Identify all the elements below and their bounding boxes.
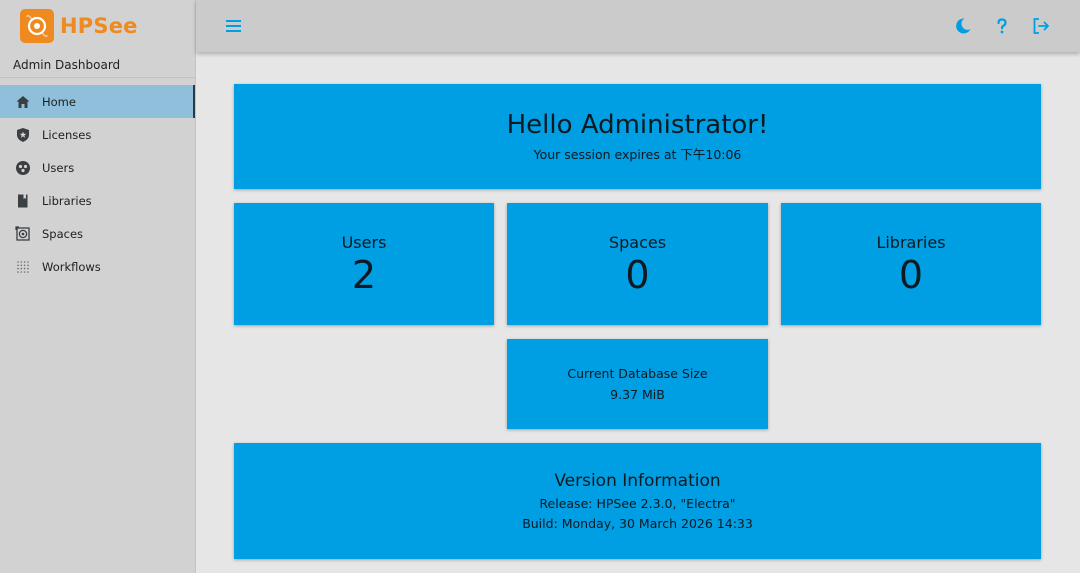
welcome-card: Hello Administrator! Your session expire… — [234, 84, 1041, 189]
version-build: Build: Monday, 30 March 2026 14:33 — [522, 516, 753, 531]
stat-label: Users — [341, 232, 387, 252]
sidebar-item-label: Libraries — [42, 193, 92, 208]
database-size-label: Current Database Size — [567, 366, 708, 381]
sidebar-item-home[interactable]: Home — [0, 85, 195, 118]
welcome-title: Hello Administrator! — [506, 110, 769, 140]
sidebar-item-label: Workflows — [42, 259, 101, 274]
theme-toggle-button[interactable] — [951, 14, 975, 38]
sidebar-subtitle: Admin Dashboard — [0, 52, 195, 78]
brand-name: HPSee — [60, 14, 138, 38]
database-size-value: 9.37 MiB — [610, 387, 665, 402]
version-title: Version Information — [554, 471, 721, 491]
spaces-icon — [15, 225, 31, 242]
sidebar-item-label: Home — [42, 94, 76, 109]
stat-value: 2 — [351, 252, 377, 297]
stat-value: 0 — [625, 252, 650, 297]
book-icon — [15, 193, 31, 209]
top-bar — [196, 0, 1080, 52]
sidebar-item-label: Users — [42, 160, 75, 175]
workflow-grid-icon — [15, 259, 31, 275]
logout-icon — [1033, 18, 1049, 34]
sidebar-nav: Home Licenses Users Libraries Spaces Wor… — [0, 85, 195, 283]
stat-value: 0 — [898, 252, 924, 297]
shield-star-icon — [15, 127, 31, 143]
menu-icon — [226, 20, 241, 32]
session-expiry-text: Your session expires at 下午10:06 — [533, 147, 742, 162]
brand[interactable]: HPSee — [0, 0, 195, 52]
sidebar-item-workflows[interactable]: Workflows — [0, 250, 195, 283]
menu-toggle-button[interactable] — [223, 15, 245, 37]
home-icon — [15, 94, 31, 110]
sidebar-item-spaces[interactable]: Spaces — [0, 217, 195, 250]
stat-label: Libraries — [876, 232, 946, 252]
stat-label: Spaces — [608, 232, 667, 252]
help-button[interactable] — [990, 14, 1014, 38]
users-stat-card: Users 2 — [234, 203, 494, 325]
libraries-stat-card: Libraries 0 — [781, 203, 1041, 325]
sidebar-item-label: Spaces — [42, 226, 84, 241]
sidebar-item-label: Licenses — [42, 127, 92, 142]
database-size-card: Current Database Size 9.37 MiB — [507, 339, 768, 429]
spaces-stat-card: Spaces 0 — [507, 203, 768, 325]
sidebar-item-libraries[interactable]: Libraries — [0, 184, 195, 217]
hpsee-logo-icon — [20, 9, 54, 43]
help-icon — [997, 18, 1007, 34]
version-info-card: Version Information Release: HPSee 2.3.0… — [234, 443, 1041, 559]
users-group-icon — [15, 160, 31, 176]
sidebar-item-users[interactable]: Users — [0, 151, 195, 184]
sidebar-item-licenses[interactable]: Licenses — [0, 118, 195, 151]
sidebar: HPSee Admin Dashboard Home Licenses User… — [0, 0, 196, 573]
logout-button[interactable] — [1029, 14, 1053, 38]
version-release: Release: HPSee 2.3.0, "Electra" — [539, 496, 736, 511]
moon-icon — [956, 18, 971, 34]
